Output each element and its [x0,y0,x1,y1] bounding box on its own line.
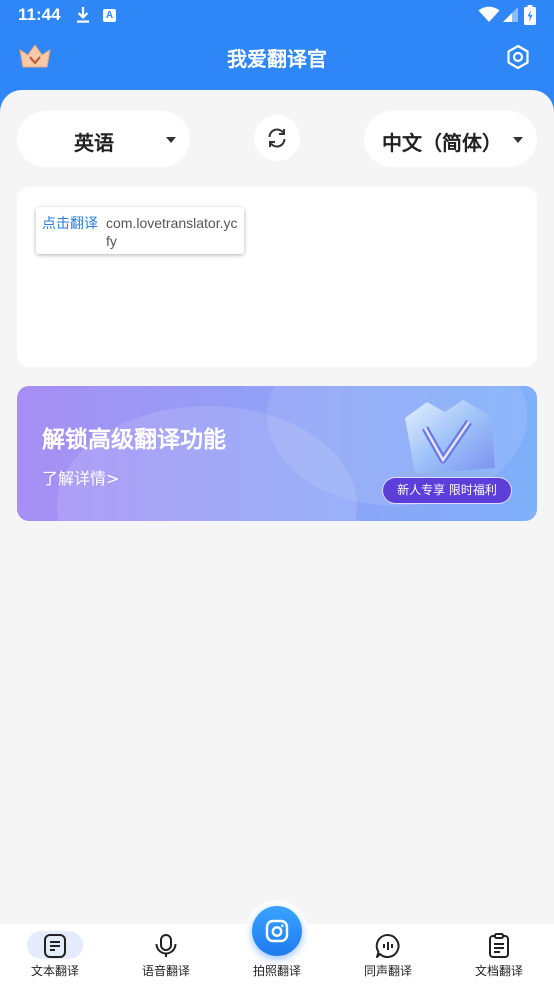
camera-button[interactable] [252,906,302,956]
source-language-selector[interactable]: 英语 [17,111,190,167]
text-doc-icon [44,934,66,958]
speech-bubble-icon [375,933,400,958]
tap-to-translate-action[interactable]: 点击翻译 [42,213,98,233]
tab-label: 语音翻译 [141,964,190,978]
translation-input-area[interactable]: 点击翻译 com.lovetranslator.ycfy [17,187,537,367]
notification-icon: A [103,9,116,22]
tab-text-translate[interactable]: 文本翻译 [0,924,110,984]
settings-icon[interactable] [504,43,532,75]
banner-headline: 解锁高级翻译功能 [42,427,226,453]
status-time: 11:44 [18,5,61,24]
source-language-label: 英语 [74,131,114,155]
signal-icon [503,7,519,26]
tab-label: 拍照翻译 [252,964,301,978]
tab-label: 文档翻译 [474,964,523,978]
tab-simultaneous-translate[interactable]: 同声翻译 [333,924,443,984]
target-language-selector[interactable]: 中文（简体） [364,111,537,167]
banner-details-link[interactable]: 了解详情> [42,465,119,489]
battery-icon [524,5,536,29]
source-dropdown-caret-icon [166,137,176,143]
wifi-icon [478,6,500,27]
tap-to-translate-popup[interactable]: 点击翻译 com.lovetranslator.ycfy [36,207,244,254]
premium-banner[interactable]: 解锁高级翻译功能 了解详情> 新人专享 限时福利 [17,386,537,521]
target-dropdown-caret-icon [513,137,523,143]
tab-voice-translate[interactable]: 语音翻译 [111,924,221,984]
status-bar: 11:44 A [0,0,554,32]
package-name-text: com.lovetranslator.ycfy [106,215,238,249]
app-title: 我爱翻译官 [227,47,327,71]
microphone-icon [155,934,177,957]
tab-label: 文本翻译 [30,964,79,978]
swap-languages-button[interactable] [254,115,300,161]
crystal-v-icon [395,398,503,484]
tab-document-translate[interactable]: 文档翻译 [444,924,554,984]
download-icon [76,6,90,28]
tab-label: 同声翻译 [363,964,412,978]
main-content: 英语 中文（简体） 点击翻译 com.lovetranslator.ycfy 解… [0,90,554,924]
promo-badge[interactable]: 新人专享 限时福利 [382,477,512,504]
target-language-label: 中文（简体） [382,131,502,155]
app-bar: 我爱翻译官 [0,32,554,84]
camera-icon [265,919,289,943]
clipboard-icon [489,933,509,958]
swap-arrows-icon [268,128,286,148]
tab-photo-translate[interactable] [246,900,308,962]
